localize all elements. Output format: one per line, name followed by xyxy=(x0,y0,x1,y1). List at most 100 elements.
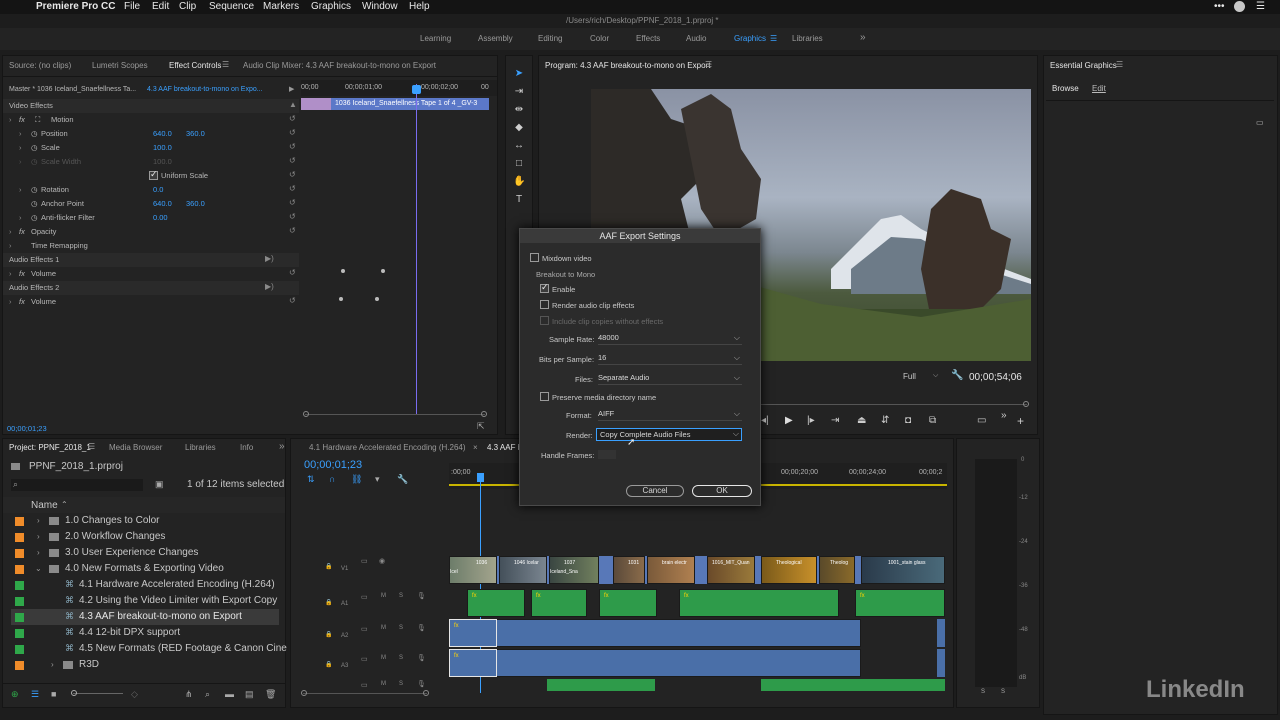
more-controls-icon[interactable]: » xyxy=(1001,410,1007,421)
param-antiflicker[interactable]: › ◷ Anti-flicker Filter 0.00 ↺ xyxy=(3,211,299,225)
label-color[interactable] xyxy=(15,629,24,638)
list-icon[interactable]: ☰ xyxy=(1256,1,1265,12)
play-icon[interactable]: ▶ xyxy=(289,85,294,93)
eye-icon[interactable]: ◉ xyxy=(379,557,385,565)
keyframe[interactable] xyxy=(381,269,385,273)
essential-graphics-title[interactable]: Essential Graphics xyxy=(1050,61,1117,70)
effect-opacity[interactable]: › fx Opacity ↺ xyxy=(3,225,299,239)
param-position[interactable]: › ◷ Position 640.0 360.0 ↺ xyxy=(3,127,299,141)
workspace-graphics[interactable]: Graphics xyxy=(734,34,766,43)
mic-icon[interactable]: 🎙 xyxy=(417,654,426,662)
expand-icon[interactable]: › xyxy=(37,532,40,541)
tab-info[interactable]: Info xyxy=(240,443,253,452)
expand-icon[interactable]: › xyxy=(19,213,22,222)
label-color[interactable] xyxy=(15,549,24,558)
stopwatch-icon[interactable]: ◷ xyxy=(31,129,38,138)
list-item[interactable]: › 1.0 Changes to Color xyxy=(11,513,279,529)
audio-clip[interactable]: fx xyxy=(855,589,945,617)
sync-icon[interactable]: ▭ xyxy=(361,625,368,633)
menu-help[interactable]: Help xyxy=(409,1,430,12)
solo-left-icon[interactable]: S xyxy=(981,689,985,695)
program-timecode[interactable]: 00;00;54;06 xyxy=(969,372,1022,383)
column-header[interactable]: Name ⌃ xyxy=(3,497,285,513)
sync-icon[interactable]: ▭ xyxy=(361,655,368,663)
mic-icon[interactable]: 🎙 xyxy=(417,592,426,600)
workspace-editing[interactable]: Editing xyxy=(538,34,562,43)
selected-clip-outline[interactable] xyxy=(449,649,497,677)
param-uniform-scale[interactable]: Uniform Scale ↺ xyxy=(3,169,299,183)
close-icon[interactable]: × xyxy=(473,443,478,452)
zoom-slider-handle[interactable] xyxy=(71,690,77,696)
chevron-down-icon[interactable]: ⌵ xyxy=(933,372,938,380)
playhead-handle[interactable] xyxy=(412,85,421,94)
nest-icon[interactable]: ⇅ xyxy=(307,474,315,485)
list-item[interactable]: ⌘ 4.2 Using the Video Limiter with Expor… xyxy=(11,593,279,609)
tab-libraries[interactable]: Libraries xyxy=(185,443,216,452)
menu-window[interactable]: Window xyxy=(362,1,398,12)
selection-tool-icon[interactable]: ➤ xyxy=(513,68,525,80)
expand-icon[interactable]: › xyxy=(19,129,22,138)
position-x-value[interactable]: 640.0 xyxy=(153,129,172,138)
zoom-handle[interactable] xyxy=(301,690,307,696)
tab-edit[interactable]: Edit xyxy=(1092,84,1106,93)
expand-icon[interactable]: › xyxy=(9,227,12,236)
zoom-scroll[interactable] xyxy=(305,414,485,415)
slip-tool-icon[interactable]: ↔ xyxy=(513,140,525,152)
step-forward-icon[interactable]: |▸ xyxy=(807,415,815,426)
safe-margins-icon[interactable]: ▭ xyxy=(977,415,986,426)
fx-icon[interactable]: fx xyxy=(19,269,25,278)
list-item[interactable]: › 3.0 User Experience Changes xyxy=(11,545,279,561)
antiflicker-value[interactable]: 0.00 xyxy=(153,213,168,222)
step-back-icon[interactable]: ◂| xyxy=(761,415,769,426)
new-item-icon[interactable]: ▤ xyxy=(245,689,254,700)
zoom-handle[interactable] xyxy=(423,690,429,696)
lock-icon[interactable]: 🔒 xyxy=(325,599,332,606)
ok-button[interactable]: OK xyxy=(692,485,752,497)
workspace-libraries[interactable]: Libraries xyxy=(792,34,823,43)
label-color[interactable] xyxy=(15,517,24,526)
timeline-zoom-bar[interactable] xyxy=(303,693,427,694)
sort-icon[interactable]: ⌃ xyxy=(61,500,68,509)
collapse-icon[interactable]: ⌄ xyxy=(35,564,42,573)
lock-icon[interactable]: 🔒 xyxy=(325,661,332,668)
compare-icon[interactable]: ⧉ xyxy=(929,415,936,426)
pen-tool-icon[interactable]: □ xyxy=(513,158,525,170)
add-button-icon[interactable]: + xyxy=(1017,414,1024,428)
timeline-timecode[interactable]: 00;00;01;23 xyxy=(304,459,362,471)
audio-clip[interactable] xyxy=(937,649,945,677)
position-y-value[interactable]: 360.0 xyxy=(186,129,205,138)
solo-icon[interactable]: S xyxy=(399,655,403,661)
ripple-edit-tool-icon[interactable]: ⇹ xyxy=(513,104,525,116)
list-item[interactable]: › R3D xyxy=(11,657,279,673)
selected-clip-outline[interactable] xyxy=(449,619,497,647)
workspace-learning[interactable]: Learning xyxy=(420,34,451,43)
label-color[interactable] xyxy=(15,533,24,542)
go-to-out-icon[interactable]: ⇥ xyxy=(831,415,839,426)
audio-clip[interactable]: fx xyxy=(531,589,587,617)
video-clip[interactable]: 1046 Icelar xyxy=(499,556,547,584)
expand-icon[interactable]: › xyxy=(19,185,22,194)
sample-rate-select[interactable]: 48000 ⌵ xyxy=(598,333,742,345)
video-clip[interactable]: brain electr xyxy=(647,556,695,584)
files-select[interactable]: Separate Audio ⌵ xyxy=(598,373,742,385)
expand-icon[interactable]: › xyxy=(9,241,12,250)
reset-icon[interactable]: ↺ xyxy=(289,268,296,277)
video-track-v1[interactable]: 1036 Icel 1046 Icelar 1037 Iceland_Sna 1… xyxy=(449,556,945,584)
tab-media-browser[interactable]: Media Browser xyxy=(109,443,162,452)
wrench-icon[interactable]: 🔧 xyxy=(951,370,963,381)
play-icon[interactable]: ▶ xyxy=(785,415,793,426)
effect-volume-1[interactable]: › fx Volume ↺ xyxy=(3,267,299,281)
workspace-audio[interactable]: Audio xyxy=(686,34,706,43)
video-clip[interactable]: 1037 Iceland_Sna xyxy=(549,556,599,584)
expand-icon[interactable]: › xyxy=(19,143,22,152)
effect-time-remapping[interactable]: › Time Remapping xyxy=(3,239,299,253)
list-item[interactable]: › 2.0 Workflow Changes xyxy=(11,529,279,545)
list-view-icon[interactable]: ☰ xyxy=(31,689,39,700)
expand-icon[interactable]: › xyxy=(9,297,12,306)
audio-clip[interactable] xyxy=(547,679,655,691)
menu-graphics[interactable]: Graphics xyxy=(311,1,351,12)
zoom-select[interactable]: Full xyxy=(903,372,916,381)
column-name[interactable]: Name xyxy=(31,500,58,511)
tab-source[interactable]: Source: (no clips) xyxy=(9,61,71,70)
program-title[interactable]: Program: 4.3 AAF breakout-to-mono on Exp… xyxy=(545,61,710,70)
